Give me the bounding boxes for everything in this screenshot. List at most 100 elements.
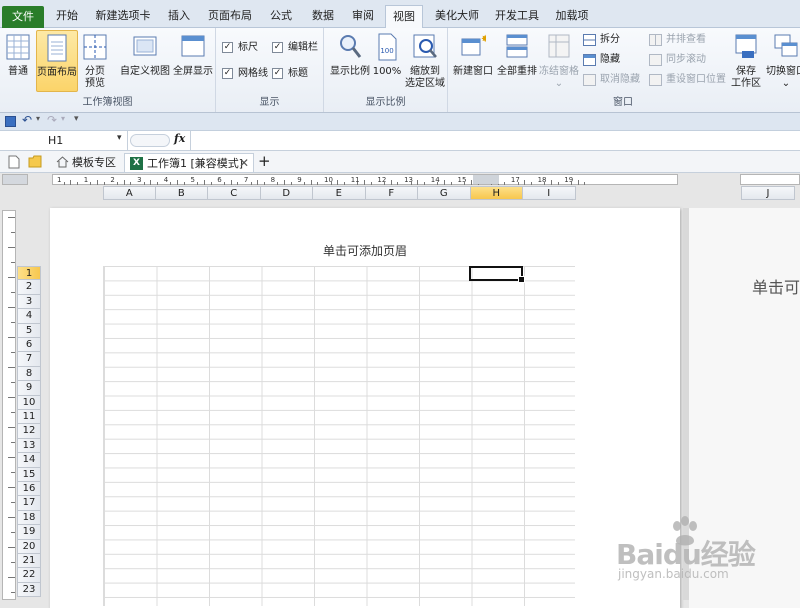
row-header-23[interactable]: 23 <box>17 582 41 598</box>
freeze-panes-button[interactable]: 冻结窗格 ⌄ <box>538 30 580 90</box>
arrange-all-button[interactable]: 全部重排 <box>496 30 538 90</box>
column-header-a[interactable]: A <box>103 186 156 200</box>
split-button[interactable]: 拆分 <box>582 32 620 48</box>
insert-function-icon[interactable]: fx <box>174 132 185 145</box>
tab-file[interactable]: 文件 <box>2 6 44 28</box>
row-header-11[interactable]: 11 <box>17 410 41 425</box>
row-header-5[interactable]: 5 <box>17 323 41 338</box>
formula-bar-checkbox[interactable]: ✓ 编辑栏 <box>272 40 318 56</box>
row-header-3[interactable]: 3 <box>17 294 41 310</box>
tab-insert[interactable]: 插入 <box>160 5 198 28</box>
row-header-16[interactable]: 16 <box>17 482 41 497</box>
active-cell-h1[interactable] <box>469 266 525 283</box>
custom-views-button[interactable]: 自定义视图 <box>120 30 170 90</box>
row-header-8[interactable]: 8 <box>17 366 41 382</box>
new-window-button[interactable]: ✸ 新建窗口 <box>452 30 494 90</box>
row-header-15[interactable]: 15 <box>17 467 41 482</box>
close-tab-icon[interactable]: ✕ <box>239 154 249 173</box>
row-header-21[interactable]: 21 <box>17 554 41 569</box>
open-folder-icon[interactable] <box>28 155 42 168</box>
vertical-ruler <box>2 210 16 600</box>
row-header-18[interactable]: 18 <box>17 510 41 526</box>
tab-review[interactable]: 审阅 <box>344 5 382 28</box>
column-header-j[interactable]: J <box>741 186 795 200</box>
save-workspace-button[interactable]: 保存 工作区 <box>728 30 764 90</box>
row-header-9[interactable]: 9 <box>17 381 41 396</box>
row-header-4[interactable]: 4 <box>17 309 41 324</box>
tab-beautify-master[interactable]: 美化大师 <box>430 5 484 28</box>
redo-dropdown-icon[interactable]: ▾ <box>61 114 65 123</box>
column-header-g[interactable]: G <box>418 186 471 200</box>
tab-workbook1[interactable]: X 工作簿1 [兼容模式] ✕ <box>124 153 254 172</box>
row-header-10[interactable]: 10 <box>17 395 41 410</box>
ribbon-view: 普通 页面布局 分页 预览 自定义视图 全屏显示 工作簿视图 ✓ 标尺 ✓ 编辑栏 … <box>0 28 800 113</box>
tab-home[interactable]: 开始 <box>48 5 86 28</box>
new-tab-button[interactable]: + <box>258 153 272 172</box>
row-header-20[interactable]: 20 <box>17 539 41 554</box>
new-document-icon[interactable] <box>8 155 20 169</box>
column-header-c[interactable]: C <box>208 186 261 200</box>
zoom-to-selection-icon <box>413 34 437 58</box>
row-header-13[interactable]: 13 <box>17 438 41 454</box>
ruler-tick <box>464 182 466 185</box>
page2-header-placeholder[interactable]: 单击可 <box>752 274 800 298</box>
row-header-2[interactable]: 2 <box>17 280 41 295</box>
row-header-22[interactable]: 22 <box>17 568 41 583</box>
row-header-7[interactable]: 7 <box>17 352 41 367</box>
redo-icon[interactable]: ↷ <box>47 113 57 127</box>
row-header-17[interactable]: 17 <box>17 496 41 511</box>
synchronous-scrolling-button[interactable]: 同步滚动 <box>648 52 706 68</box>
horizontal-ruler-next-page <box>740 174 800 185</box>
column-header-h[interactable]: H <box>470 186 523 200</box>
formula-input[interactable] <box>190 131 800 150</box>
cell-grid[interactable] <box>103 266 575 606</box>
tab-template-zone[interactable]: 模板专区 <box>54 153 122 172</box>
tab-view[interactable]: 视图 <box>385 5 423 29</box>
gridlines-checkbox[interactable]: ✓ 网格线 <box>222 66 268 82</box>
ruler-checkbox[interactable]: ✓ 标尺 <box>222 40 258 56</box>
tab-data[interactable]: 数据 <box>304 5 342 28</box>
column-header-d[interactable]: D <box>260 186 313 200</box>
hide-button[interactable]: 隐藏 <box>582 52 620 68</box>
header-placeholder[interactable]: 单击可添加页眉 <box>50 242 680 259</box>
tab-add-ins[interactable]: 加载项 <box>550 5 594 28</box>
column-header-b[interactable]: B <box>155 186 208 200</box>
tab-new-tab[interactable]: 新建选项卡 <box>90 5 156 28</box>
row-header-14[interactable]: 14 <box>17 453 41 468</box>
tab-developer[interactable]: 开发工具 <box>490 5 544 28</box>
headings-checkbox[interactable]: ✓ 标题 <box>272 66 308 82</box>
undo-icon[interactable]: ↶ <box>22 113 32 127</box>
view-side-by-side-button[interactable]: 并排查看 <box>648 32 706 48</box>
undo-dropdown-icon[interactable]: ▾ <box>36 114 40 123</box>
name-box[interactable]: H1 <box>0 131 128 150</box>
column-header-f[interactable]: F <box>365 186 418 200</box>
zoom-button[interactable]: 显示比例 <box>330 30 370 90</box>
column-header-i[interactable]: I <box>523 186 576 200</box>
tab-page-layout[interactable]: 页面布局 <box>202 5 258 28</box>
zoom-100-button[interactable]: 100 100% <box>372 30 402 90</box>
ruler-number: 6 <box>217 176 222 184</box>
row-header-1[interactable]: 1 <box>17 266 41 281</box>
row-header-12[interactable]: 12 <box>17 424 41 439</box>
ruler-number: 1 <box>83 176 89 184</box>
save-icon[interactable] <box>5 116 16 127</box>
row-header-19[interactable]: 19 <box>17 525 41 540</box>
column-header-e[interactable]: E <box>313 186 366 200</box>
page-layout-view-button[interactable]: 页面布局 <box>36 30 78 92</box>
reset-window-position-button[interactable]: 重设窗口位置 <box>648 72 726 88</box>
name-box-dropdown-icon[interactable]: ▾ <box>117 133 122 143</box>
switch-windows-button[interactable]: 切换窗口⌄ <box>766 30 800 90</box>
zoom-to-selection-button[interactable]: 缩放到 选定区域 <box>404 30 446 90</box>
ribbon-tab-bar: 文件 开始 新建选项卡 插入 页面布局 公式 数据 审阅 视图 美化大师 开发工… <box>0 0 800 29</box>
tab-formulas[interactable]: 公式 <box>262 5 300 28</box>
normal-view-button[interactable]: 普通 <box>2 30 34 90</box>
ruler-number: 8 <box>270 176 276 184</box>
customize-toolbar-icon[interactable]: ▾ <box>74 114 79 124</box>
new-window-label: 新建窗口 <box>453 66 493 77</box>
page-break-preview-button[interactable]: 分页 预览 <box>80 30 110 90</box>
full-screen-button[interactable]: 全屏显示 <box>172 30 214 90</box>
unhide-button[interactable]: 取消隐藏 <box>582 72 640 88</box>
row-header-6[interactable]: 6 <box>17 338 41 353</box>
formula-expand-handle[interactable] <box>130 134 170 147</box>
ruler-tick <box>263 182 265 185</box>
